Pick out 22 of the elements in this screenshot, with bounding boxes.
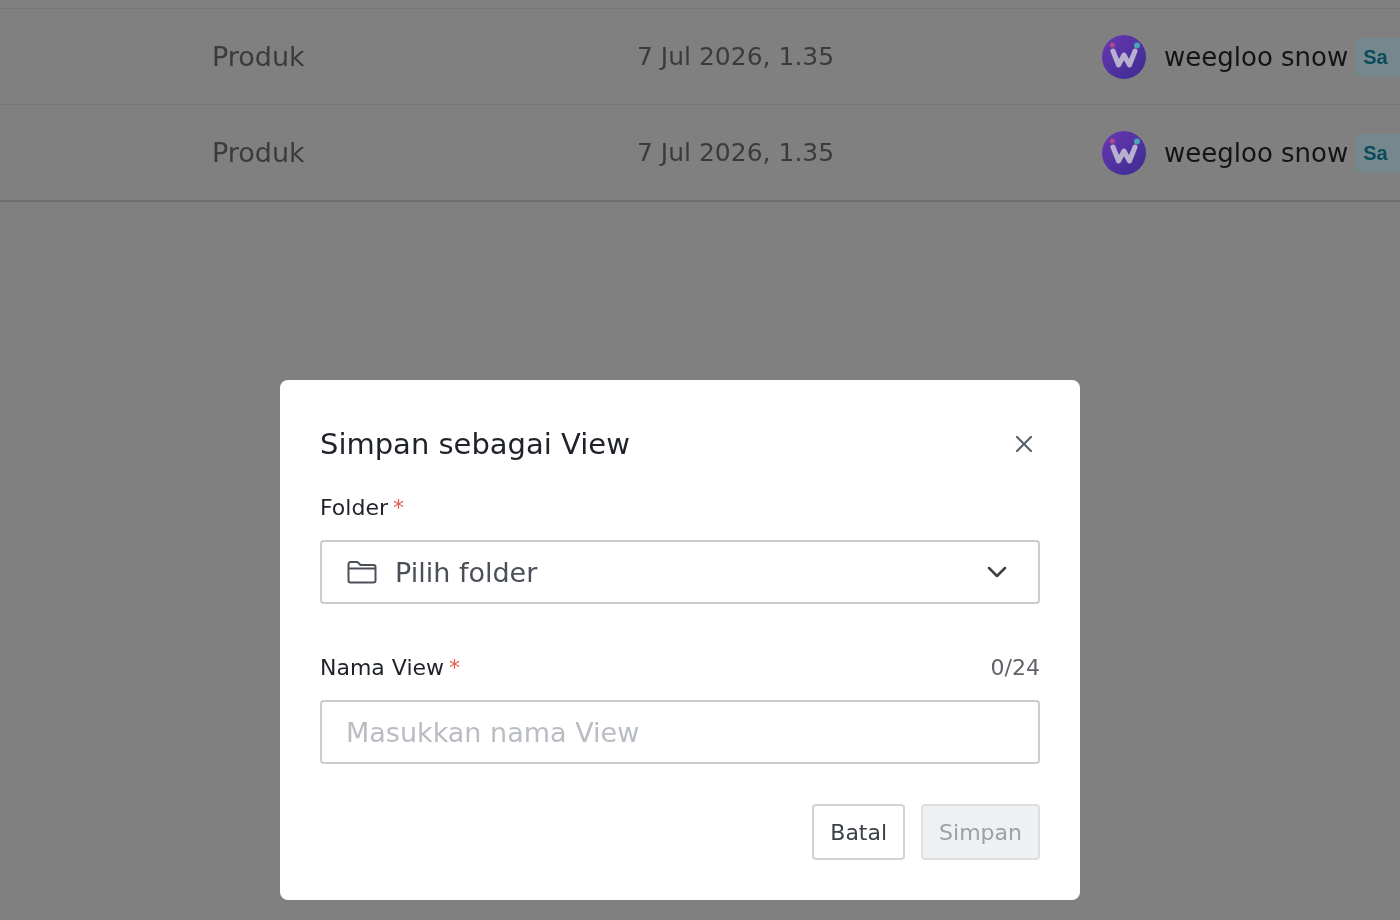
text-input[interactable]: Masukkan nama View bbox=[320, 700, 1040, 764]
avatar-icon bbox=[1102, 34, 1146, 79]
user-name: weegloo snow bbox=[1164, 41, 1349, 72]
date-text: 7 Jul 2026, 1.35 bbox=[637, 42, 835, 71]
required-asterisk: * bbox=[393, 494, 404, 520]
dialog-title: Simpan sebagai View bbox=[320, 426, 630, 463]
close-icon bbox=[1015, 435, 1033, 453]
type-label: Produk bbox=[212, 41, 305, 72]
avatar-icon bbox=[1102, 130, 1146, 175]
cancel-button[interactable]: Batal bbox=[812, 804, 906, 860]
folder-icon bbox=[347, 560, 377, 584]
user-name: weegloo snow bbox=[1164, 137, 1349, 168]
character-counter: 0/24 bbox=[990, 654, 1040, 680]
date-text: 7 Jul 2026, 1.35 bbox=[637, 138, 835, 167]
chevron-down-icon bbox=[987, 566, 1007, 578]
dropdown-field[interactable]: Pilih folder bbox=[320, 540, 1040, 604]
field-label: Folder bbox=[320, 494, 388, 520]
required-asterisk: * bbox=[449, 654, 461, 680]
tag-badge: Sa bbox=[1356, 133, 1400, 172]
type-label: Produk bbox=[212, 137, 305, 168]
tag-badge: Sa bbox=[1356, 37, 1400, 76]
field-label: Nama View bbox=[320, 654, 445, 680]
